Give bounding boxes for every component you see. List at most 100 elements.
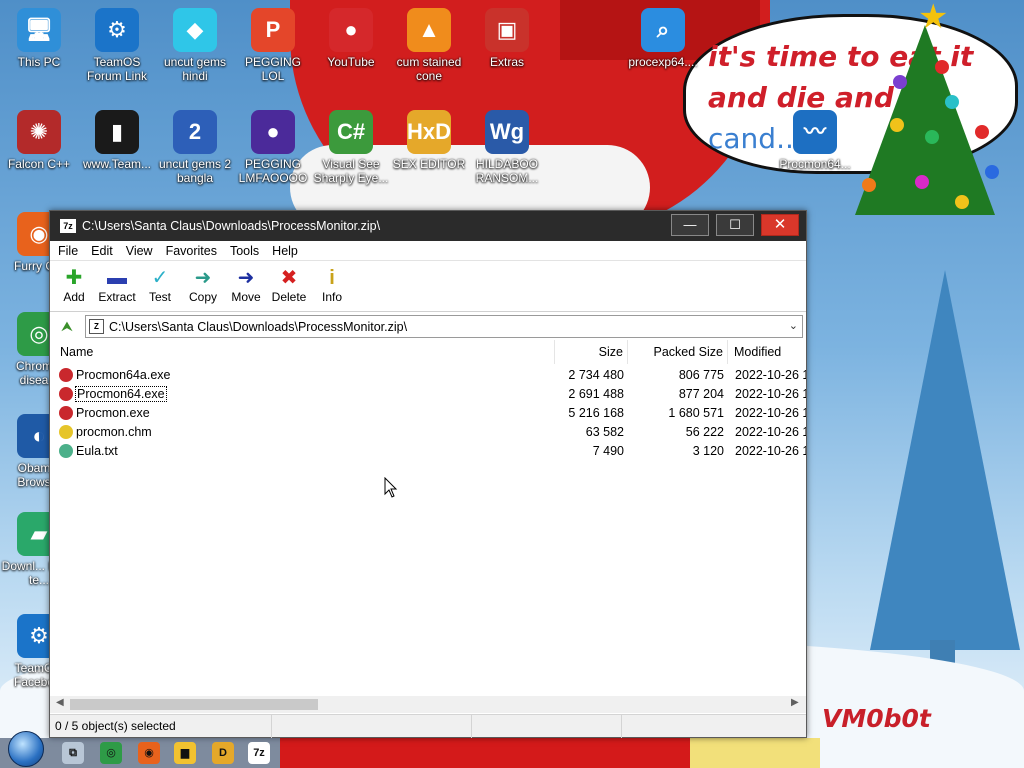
menu-bar: File Edit View Favorites Tools Help xyxy=(50,241,806,261)
move-arrow-icon: ➜ xyxy=(237,267,255,289)
file-packed-size: 56 222 xyxy=(685,425,724,439)
exe-icon xyxy=(59,368,73,382)
file-row[interactable]: Procmon64.exe 2 691 488 877 204 2022-10-26 … xyxy=(50,385,806,404)
desktop-icon[interactable]: C# Visual See Sharply Eye... xyxy=(312,110,390,185)
zip-archive-icon: Z xyxy=(89,319,104,334)
hxd-icon[interactable]: D xyxy=(212,742,234,764)
menu-file[interactable]: File xyxy=(50,241,83,258)
desktop-icon-label: HILDABOO RANSOM... xyxy=(475,157,539,185)
book-icon: ▮ xyxy=(95,110,139,154)
file-row[interactable]: Procmon64a.exe 2 734 480 806 775 2022-10-26… xyxy=(50,366,806,385)
desktop-icon[interactable]: HxD SEX EDITOR xyxy=(390,110,468,171)
desktop-icon-label: PEGGING LOL xyxy=(244,55,301,83)
column-header-size[interactable]: Size xyxy=(555,340,628,364)
desktop-icon[interactable]: ▲ cum stained cone xyxy=(390,8,468,83)
desktop-icon[interactable]: ▮ www.Team... xyxy=(78,110,156,171)
toolbar-button-label: Add xyxy=(63,290,85,304)
column-header-name[interactable]: Name xyxy=(50,340,555,364)
desktop-icon[interactable]: ● PEGGING LMFAOOOO xyxy=(234,110,312,185)
toolbar-copy-button[interactable]: ➜ Copy xyxy=(181,266,225,304)
start-button-icon[interactable] xyxy=(8,731,44,767)
address-text: C:\Users\Santa Claus\Downloads\ProcessMo… xyxy=(109,320,408,334)
folder-icon: ▣ xyxy=(485,8,529,52)
desktop-icon[interactable]: ● YouTube xyxy=(312,8,390,69)
desktop-icon-label: PEGGING LMFAOOOO xyxy=(238,157,308,185)
close-button[interactable]: ✕ xyxy=(761,214,799,236)
ornament xyxy=(955,195,969,209)
column-header-modified[interactable]: Modified xyxy=(728,340,806,364)
orb-icon: ● xyxy=(251,110,295,154)
toolbar-button-label: Extract xyxy=(98,290,136,304)
7zip-file-manager-window[interactable]: 7z C:\Users\Santa Claus\Downloads\Proces… xyxy=(49,210,807,738)
file-row[interactable]: Procmon.exe 5 216 168 1 680 571 2022-10-26 … xyxy=(50,404,806,423)
exe-icon xyxy=(59,387,73,401)
toolbar-test-button[interactable]: ✓ Test xyxy=(138,266,182,304)
santa-body-red xyxy=(280,738,690,768)
chrome-icon[interactable]: ◎ xyxy=(100,742,122,764)
menu-view[interactable]: View xyxy=(118,241,158,258)
task-view-icon[interactable]: ⧉ xyxy=(62,742,84,764)
column-header-packed-size[interactable]: Packed Size xyxy=(628,340,728,364)
falcon-icon: ✺ xyxy=(17,110,61,154)
menu-tools[interactable]: Tools xyxy=(222,241,264,258)
7zip-icon[interactable]: 7z xyxy=(248,742,270,764)
toolbar-move-button[interactable]: ➜ Move xyxy=(224,266,268,304)
file-row[interactable]: procmon.chm 63 582 56 222 2022-10-26 1 xyxy=(50,423,806,442)
desktop-icon[interactable]: Wg HILDABOO RANSOM... xyxy=(468,110,546,185)
desktop-icon[interactable]: ◆ uncut gems hindi xyxy=(156,8,234,83)
desktop-icon-label: This PC xyxy=(17,55,61,69)
desktop-icon-label: uncut gems 2 bangla xyxy=(158,157,232,185)
address-bar: ⮝ Z C:\Users\Santa Claus\Downloads\Proce… xyxy=(50,314,806,339)
desktop-icon[interactable]: P PEGGING LOL xyxy=(234,8,312,83)
address-field[interactable]: Z C:\Users\Santa Claus\Downloads\Process… xyxy=(85,315,803,338)
toolbar-add-button[interactable]: ✚ Add xyxy=(52,266,96,304)
desktop-icon[interactable]: 〰 Procmon64... xyxy=(776,110,854,171)
ornament xyxy=(925,130,939,144)
toolbar-extract-button[interactable]: ▬ Extract xyxy=(95,266,139,304)
desktop-icon-label: YouTube xyxy=(327,55,375,69)
desktop-icon[interactable]: ⚙ TeamOS Forum Link xyxy=(78,8,156,83)
desktop-icon[interactable]: ✺ Falcon C++ xyxy=(0,110,78,171)
toolbar-button-label: Info xyxy=(321,290,342,304)
file-packed-size: 1 680 571 xyxy=(668,406,724,420)
desktop-icon[interactable]: ⌕ procexp64.... xyxy=(624,8,702,69)
ornament xyxy=(975,125,989,139)
file-row[interactable]: Eula.txt 7 490 3 120 2022-10-26 1 xyxy=(50,442,806,461)
scroll-left-icon[interactable]: ◀ xyxy=(56,697,64,708)
menu-favorites[interactable]: Favorites xyxy=(158,241,222,258)
desktop-icon-label: Visual See Sharply Eye... xyxy=(313,157,389,185)
menu-help[interactable]: Help xyxy=(264,241,303,258)
desktop-icon-label: cum stained cone xyxy=(396,55,462,83)
scroll-right-icon[interactable]: ▶ xyxy=(791,697,799,708)
file-modified: 2022-10-26 1 xyxy=(735,387,806,401)
background-tree xyxy=(870,270,1020,650)
toolbar-info-button[interactable]: i Info xyxy=(310,266,354,304)
chevron-down-icon[interactable]: ⌄ xyxy=(789,319,798,332)
csharp-icon: C# xyxy=(329,110,373,154)
firefox-icon[interactable]: ◉ xyxy=(138,742,160,764)
file-list[interactable]: Name Size Packed Size Modified Procmon64… xyxy=(50,340,806,695)
minimize-button[interactable]: — xyxy=(671,214,709,236)
desktop-icon[interactable]: ▣ Extras xyxy=(468,8,546,69)
procmon-icon: 〰 xyxy=(793,110,837,154)
file-modified: 2022-10-26 1 xyxy=(735,444,806,458)
file-packed-size: 877 204 xyxy=(678,387,724,401)
desktop-icon[interactable]: 🖥 This PC xyxy=(0,8,78,69)
horizontal-scrollbar[interactable]: ◀ ▶ xyxy=(50,696,806,713)
menu-edit[interactable]: Edit xyxy=(83,241,118,258)
desktop-icon[interactable]: 2 uncut gems 2 bangla xyxy=(156,110,234,185)
angry-bird-icon: ● xyxy=(329,8,373,52)
file-explorer-icon[interactable]: ▆ xyxy=(174,742,196,764)
hxd-icon: HxD xyxy=(407,110,451,154)
toolbar-delete-button[interactable]: ✖ Delete xyxy=(267,266,311,304)
scrollbar-thumb[interactable] xyxy=(70,699,318,710)
toolbar-button-label: Copy xyxy=(188,290,217,304)
title-bar[interactable]: 7z C:\Users\Santa Claus\Downloads\Proces… xyxy=(50,211,806,241)
info-icon: i xyxy=(329,267,335,289)
desktop-icon-label: www.Team... xyxy=(82,157,151,171)
toolbar: ✚ Add ▬ Extract ✓ Test ➜ Copy ➜ Move ✖ Delete i Info xyxy=(50,262,806,312)
file-modified: 2022-10-26 1 xyxy=(735,425,806,439)
file-size: 63 582 xyxy=(585,425,624,439)
maximize-button[interactable]: ☐ xyxy=(716,214,754,236)
up-folder-icon[interactable]: ⮝ xyxy=(57,317,77,335)
